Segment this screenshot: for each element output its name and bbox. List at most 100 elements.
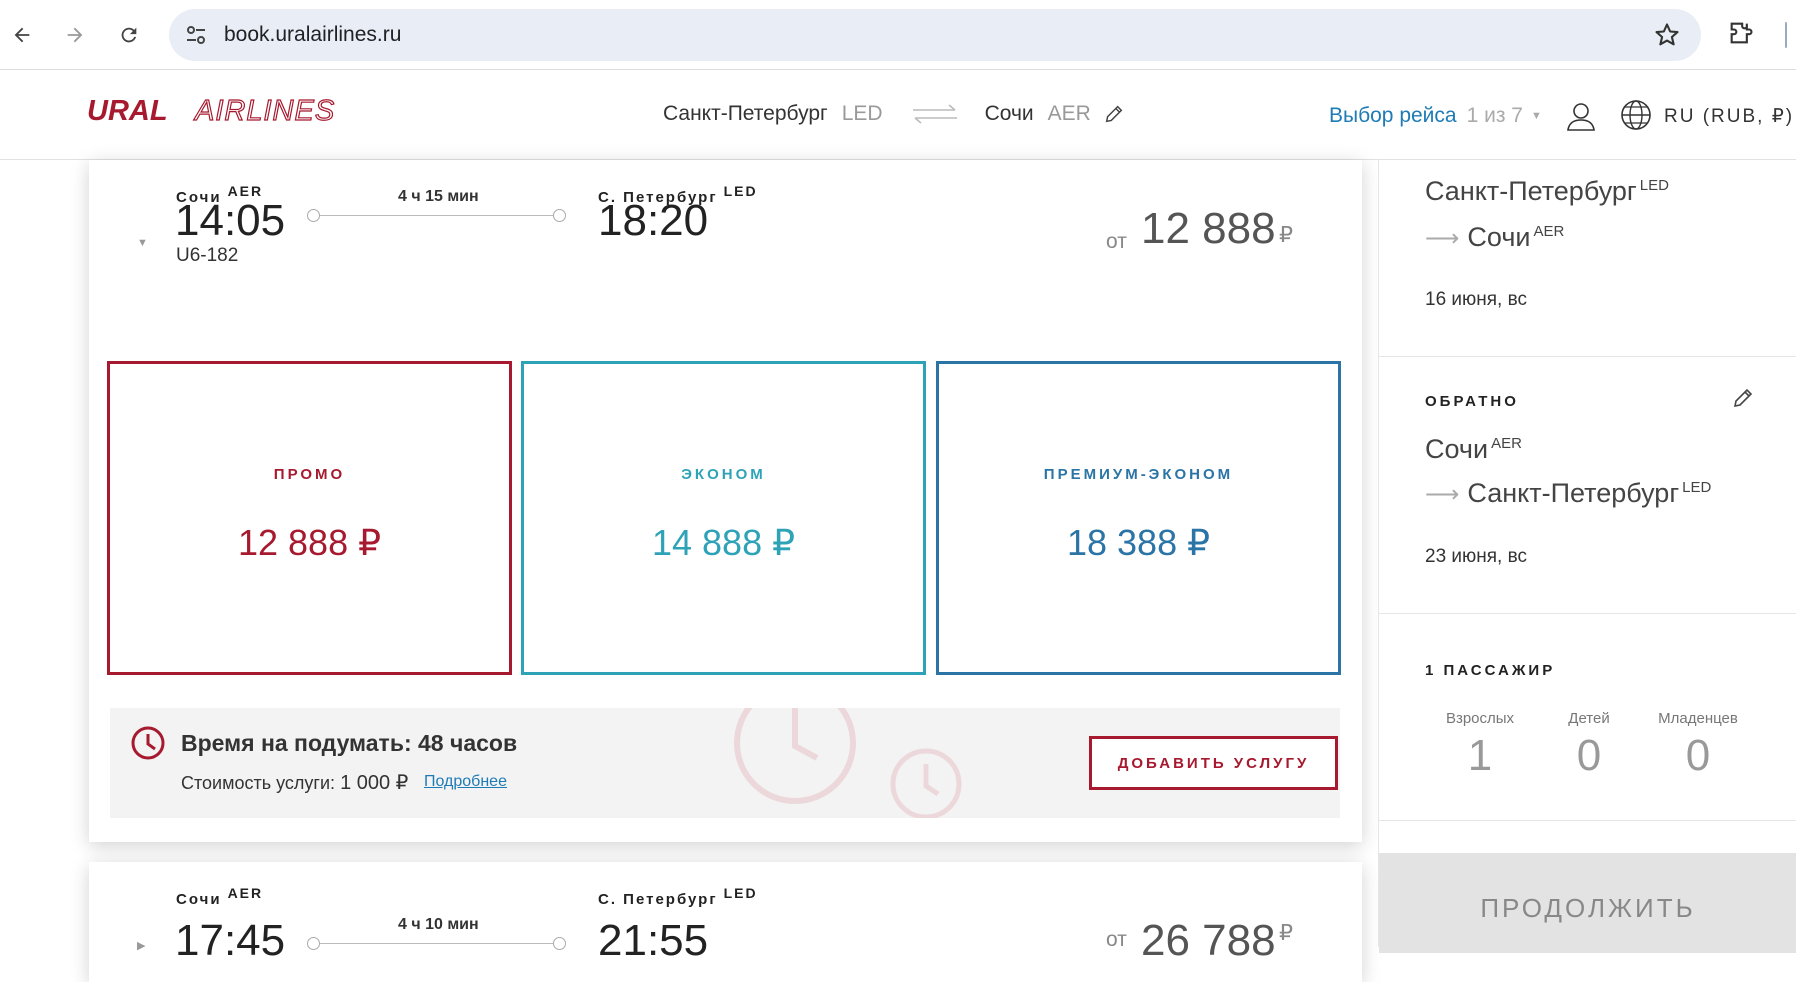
- url-text[interactable]: book.uralairlines.ru: [224, 23, 401, 47]
- booking-summary-sidebar: Санкт-Петербург LED ⟶ Сочи AER 16 июня, вс …: [1378, 160, 1796, 953]
- bookmark-star-icon[interactable]: [1653, 21, 1681, 49]
- outbound-from: Санкт-Петербург LED: [1425, 176, 1669, 207]
- passengers-summary: 1 ПАССАЖИР Взрослых 1 Детей 0 Младенцев …: [1379, 614, 1796, 821]
- service-cost-label: Стоимость услуги:: [181, 773, 336, 793]
- expand-triangle-icon[interactable]: ▶: [137, 939, 145, 952]
- outbound-from-city: Санкт-Петербург: [1425, 176, 1637, 206]
- outbound-to-code: AER: [1533, 223, 1565, 240]
- arrival-code: LED: [723, 885, 758, 901]
- reload-icon: [121, 27, 137, 43]
- outbound-to-city: Сочи: [1467, 222, 1531, 252]
- price-from-label: от: [1106, 230, 1127, 253]
- back-button[interactable]: [5, 18, 39, 52]
- fare-promo[interactable]: ПРОМО 12 888 ₽: [107, 361, 512, 675]
- passengers-label: 1 ПАССАЖИР: [1425, 662, 1556, 679]
- extensions-puzzle-icon[interactable]: [1727, 19, 1755, 47]
- adults-value: 1: [1467, 731, 1493, 780]
- long-arrow-right-icon: ⟶: [1425, 481, 1460, 508]
- site-settings-icon[interactable]: [183, 22, 209, 48]
- price-currency: ₽: [1279, 920, 1293, 945]
- departure-city: Сочи AER: [176, 885, 263, 908]
- user-account-icon[interactable]: [1565, 100, 1597, 132]
- continue-button[interactable]: ПРОДОЛЖИТЬ: [1379, 853, 1796, 953]
- add-service-button[interactable]: ДОБАВИТЬ УСЛУГУ: [1089, 736, 1338, 790]
- outbound-to: ⟶ Сочи AER: [1425, 222, 1564, 253]
- time-to-think-banner: Время на подумать: 48 часов Стоимость ус…: [110, 708, 1340, 818]
- fare-price: 12 888 ₽: [237, 522, 381, 563]
- route-origin-code: LED: [841, 102, 883, 125]
- return-summary: ОБРАТНО Сочи AER ⟶ Санкт-Петербург LED 23 и…: [1379, 357, 1796, 614]
- departure-time: 14:05: [175, 196, 286, 245]
- timeline-end-dot: [553, 209, 566, 222]
- collapse-triangle-icon[interactable]: ▼: [137, 237, 148, 249]
- flight-select-label: Выбор рейса: [1329, 104, 1457, 127]
- service-cost: Стоимость услуги: 1 000 ₽: [181, 770, 408, 795]
- globe-language-icon[interactable]: [1619, 98, 1653, 132]
- more-info-link[interactable]: Подробнее: [424, 773, 507, 791]
- fare-premium-econom[interactable]: ПРЕМИУМ-ЭКОНОМ 18 388 ₽: [936, 361, 1341, 675]
- fare-name: ПРЕМИУМ-ЭКОНОМ: [1043, 466, 1234, 483]
- children-count: Детей 0: [1534, 710, 1644, 781]
- price-currency: ₽: [1279, 222, 1293, 247]
- back-arrow-icon: [14, 27, 30, 43]
- lowest-price: 26 788: [1141, 916, 1276, 965]
- fare-name: ЭКОНОМ: [681, 466, 766, 483]
- outbound-summary: Санкт-Петербург LED ⟶ Сочи AER 16 июня, вс: [1379, 160, 1796, 357]
- forward-button[interactable]: [58, 18, 92, 52]
- timeline-end-dot: [553, 937, 566, 950]
- forward-arrow-icon: [67, 27, 83, 43]
- flight-duration: 4 ч 10 мин: [398, 916, 479, 933]
- arrival-time: 18:20: [598, 196, 709, 245]
- edit-pencil-icon[interactable]: [1103, 103, 1125, 125]
- return-to: ⟶ Санкт-Петербург LED: [1425, 478, 1711, 509]
- return-from-code: AER: [1491, 435, 1522, 452]
- children-value: 0: [1576, 731, 1602, 780]
- route-dest-city: Сочи: [984, 102, 1034, 125]
- decorative-clock-small-icon: [890, 748, 962, 818]
- fare-price: 14 888 ₽: [651, 522, 795, 563]
- fare-price: 18 388 ₽: [1066, 522, 1210, 563]
- departure-code: AER: [227, 885, 264, 901]
- long-arrow-right-icon: ⟶: [1425, 225, 1460, 252]
- infants-label: Младенцев: [1658, 710, 1738, 727]
- address-bar[interactable]: book.uralairlines.ru: [169, 9, 1701, 61]
- edit-pencil-icon[interactable]: [1731, 386, 1755, 410]
- timeline-start-dot: [307, 937, 320, 950]
- return-date: 23 июня, вс: [1425, 546, 1527, 567]
- flight-select-dropdown[interactable]: Выбор рейса 1 из 7 ▼: [1329, 104, 1542, 128]
- return-to-code: LED: [1682, 479, 1712, 496]
- logo-text-light: AIRLINES: [193, 96, 335, 126]
- fare-name: ПРОМО: [273, 466, 346, 483]
- route-dest-code: AER: [1047, 102, 1091, 125]
- site-header: URAL AIRLINES Санкт-Петербург LED Сочи A…: [0, 70, 1796, 160]
- flight-timeline: [313, 943, 555, 944]
- flight-card: ▼ Сочи AER 14:05 U6-182 4 ч 15 мин С. Пет…: [89, 160, 1362, 842]
- flight-timeline: [313, 215, 555, 216]
- outbound-date: 16 июня, вс: [1425, 289, 1527, 310]
- time-to-think-title: Время на подумать: 48 часов: [181, 730, 518, 756]
- service-cost-value: 1 000 ₽: [340, 772, 409, 794]
- departure-time: 17:45: [175, 916, 286, 965]
- flight-card-2[interactable]: ▶ Сочи AER 17:45 4 ч 10 мин С. Петербург L…: [89, 862, 1362, 982]
- lowest-price: 12 888: [1141, 204, 1276, 253]
- arrival-time: 21:55: [598, 916, 709, 965]
- browser-toolbar: book.uralairlines.ru: [0, 0, 1796, 70]
- return-from: Сочи AER: [1425, 434, 1522, 465]
- adults-count: Взрослых 1: [1425, 710, 1535, 781]
- infants-count: Младенцев 0: [1643, 710, 1753, 781]
- route-summary[interactable]: Санкт-Петербург LED Сочи AER: [663, 102, 1125, 126]
- arrival-city-name: С. Петербург: [598, 891, 718, 908]
- clock-icon: [131, 726, 165, 760]
- ural-airlines-logo[interactable]: URAL AIRLINES: [87, 94, 407, 131]
- flight-number: U6-182: [176, 245, 239, 266]
- reload-button[interactable]: [112, 18, 146, 52]
- infants-value: 0: [1685, 731, 1711, 780]
- fare-econom[interactable]: ЭКОНОМ 14 888 ₽: [521, 361, 926, 675]
- toolbar-divider: [1785, 22, 1787, 48]
- outbound-from-code: LED: [1639, 177, 1669, 194]
- swap-arrows-icon[interactable]: [911, 103, 959, 125]
- logo-text-bold: URAL: [87, 96, 168, 126]
- timeline-start-dot: [307, 209, 320, 222]
- return-label: ОБРАТНО: [1425, 393, 1519, 410]
- language-currency-selector[interactable]: RU (RUB, ₽): [1664, 105, 1794, 128]
